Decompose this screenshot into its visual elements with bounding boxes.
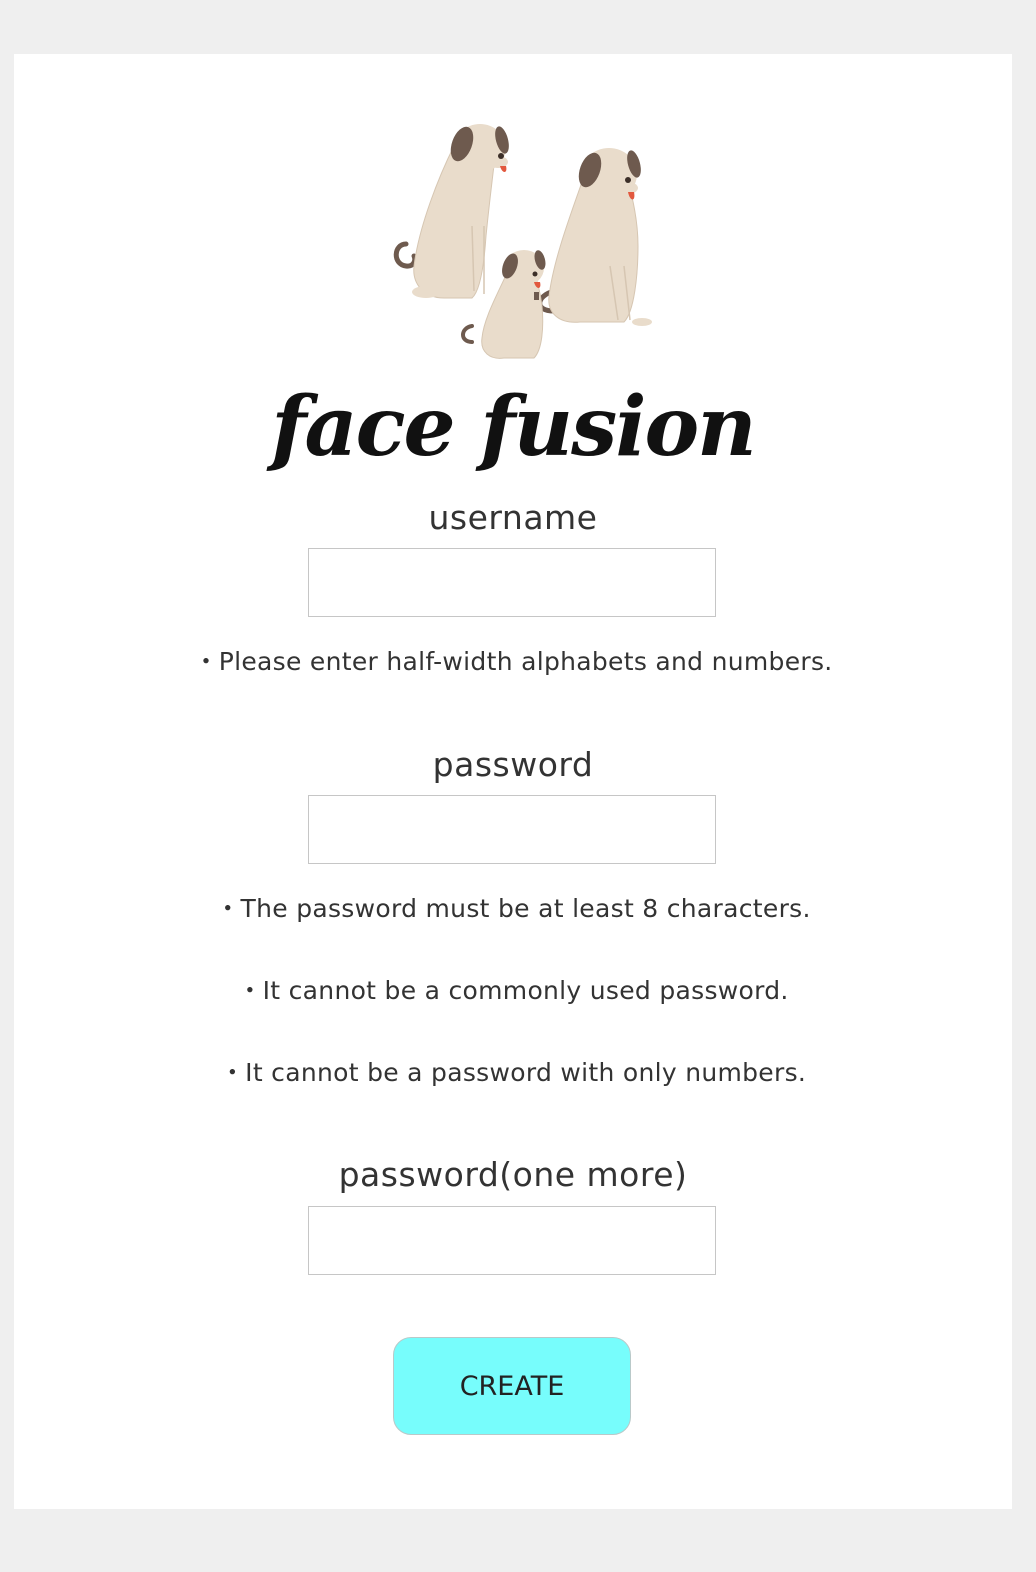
password-hint-length: ・The password must be at least 8 charact… [215, 894, 811, 923]
username-input[interactable] [308, 548, 716, 617]
password-confirm-label: password(one more) [338, 1155, 688, 1194]
large-dog-right [537, 148, 652, 326]
signup-card: face fusion username ・Please enter half-… [14, 54, 1012, 1509]
three-dogs-logo-icon [393, 124, 652, 359]
password-confirm-input[interactable] [308, 1206, 716, 1275]
password-input[interactable] [308, 795, 716, 864]
large-dog-left [393, 124, 509, 299]
create-button[interactable]: CREATE [393, 1337, 631, 1435]
username-hint: ・Please enter half-width alphabets and n… [193, 647, 833, 676]
password-label: password [432, 745, 594, 784]
username-label: username [428, 498, 598, 537]
password-hint-numeric: ・It cannot be a password with only numbe… [219, 1058, 807, 1087]
brand-wordmark: face fusion [271, 379, 757, 475]
password-hint-common: ・It cannot be a commonly used password. [237, 976, 789, 1005]
